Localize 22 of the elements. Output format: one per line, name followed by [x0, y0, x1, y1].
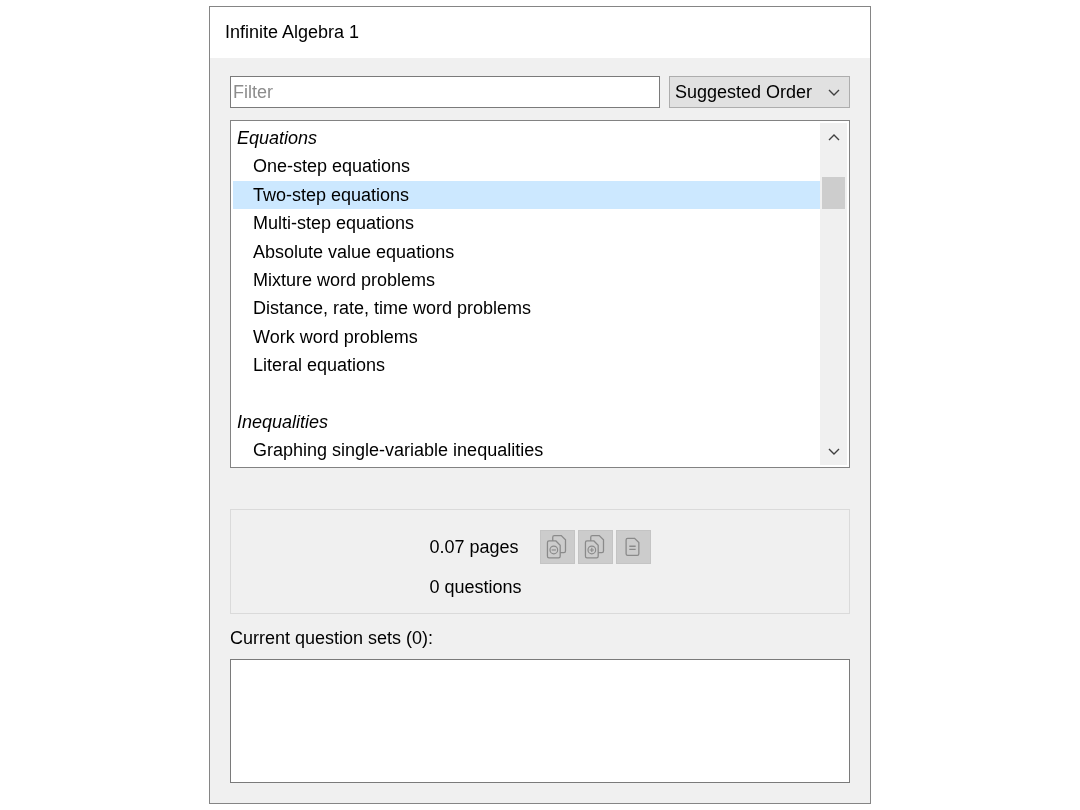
scrollbar[interactable]: [820, 123, 847, 465]
scrollbar-thumb[interactable]: [822, 177, 845, 209]
chevron-up-icon[interactable]: [827, 133, 840, 141]
list-item[interactable]: Two-step equations: [233, 180, 820, 210]
list-item[interactable]: Literal equations: [233, 351, 820, 380]
sort-dropdown[interactable]: Suggested Order: [669, 76, 850, 108]
filter-field[interactable]: Filter: [230, 76, 660, 108]
list-item[interactable]: Distance, rate, time word problems: [233, 294, 820, 323]
sets-label: Current question sets (0):: [230, 627, 434, 649]
group-header: Equations: [236, 127, 319, 150]
chevron-down-icon[interactable]: [827, 447, 840, 455]
question-count: 0 questions: [429, 576, 522, 598]
list-item[interactable]: Work word problems: [233, 322, 820, 352]
list-item[interactable]: Multi-step equations: [233, 209, 820, 238]
list-item[interactable]: Graphing single-variable inequalities: [233, 436, 820, 465]
chevron-down-icon: [828, 88, 840, 96]
window-title: Infinite Algebra 1: [225, 22, 360, 43]
list-item[interactable]: Mixture word problems: [233, 265, 820, 295]
group-header: Inequalities: [236, 410, 330, 434]
list-item[interactable]: One-step equations: [233, 152, 820, 181]
list-item[interactable]: Absolute value equations: [233, 237, 820, 266]
page-count: 0.07 pages: [429, 536, 520, 558]
